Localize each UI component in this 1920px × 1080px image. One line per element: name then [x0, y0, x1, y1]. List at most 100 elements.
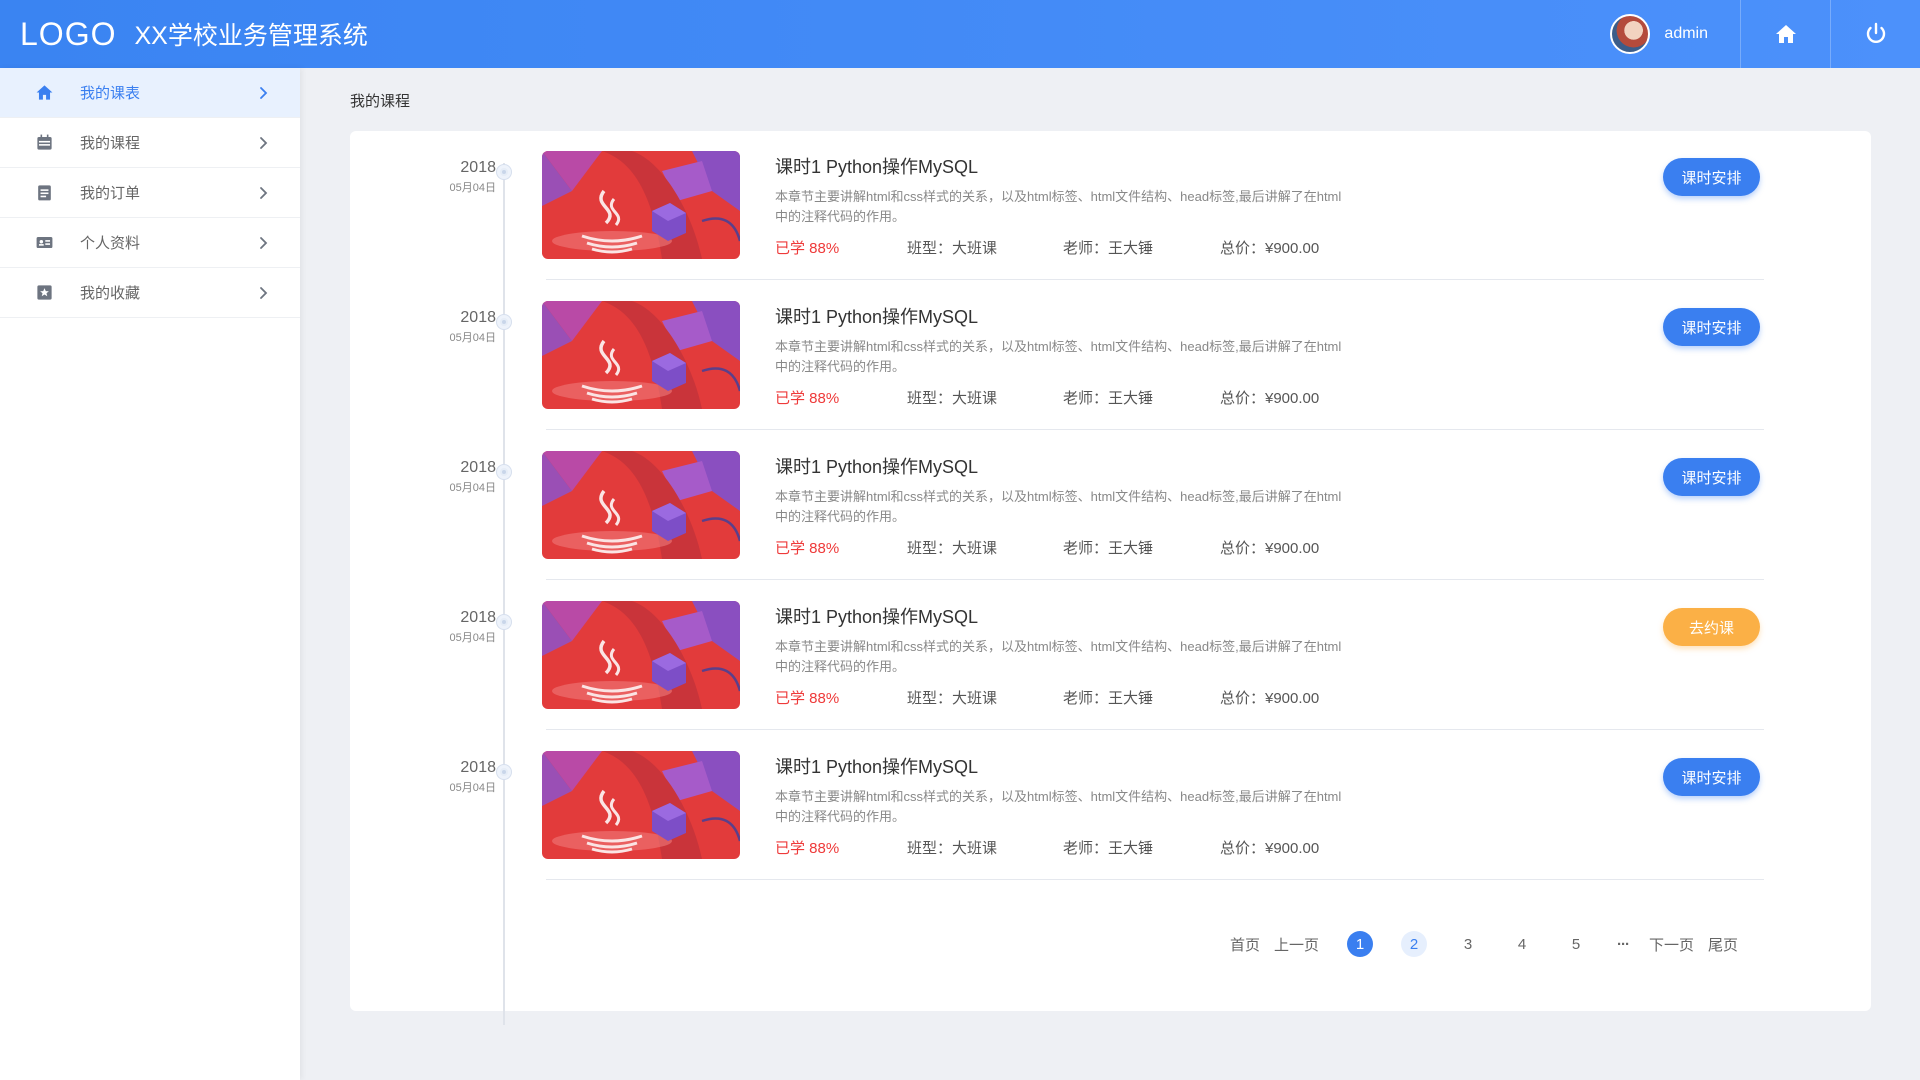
divider [546, 429, 1764, 430]
chevron-right-icon [260, 86, 268, 99]
course-description-line: 中的注释代码的作用。 [775, 209, 906, 224]
page-5-button[interactable]: 5 [1563, 931, 1589, 957]
chevron-right-icon [260, 136, 268, 149]
course-class-type: 班型：大班课 [907, 690, 998, 707]
chevron-right-icon [260, 236, 268, 249]
schedule-button[interactable]: 课时安排 [1663, 758, 1760, 796]
system-title: XX学校业务管理系统 [134, 22, 368, 50]
course-date: 05月04日 [449, 182, 496, 194]
schedule-button[interactable]: 课时安排 [1663, 308, 1760, 346]
course-item: 2018 05月04日 课时1 Python操作MySQL 本章节主要讲解html和c… [350, 281, 1871, 431]
course-panel: 2018 05月04日 课时1 Python操作MySQL 本章节主要讲解html和c… [350, 131, 1871, 1025]
course-description: 本章节主要讲解html和css样式的关系，以及html标签、html文件结构、h… [775, 337, 1415, 377]
sidebar-item-3[interactable]: 我的订单 [0, 168, 300, 218]
clipboard-icon [34, 183, 54, 203]
sidebar-item-2[interactable]: 我的课程 [0, 118, 300, 168]
course-description: 本章节主要讲解html和css样式的关系，以及html标签、html文件结构、h… [775, 637, 1415, 677]
divider [546, 879, 1764, 880]
username[interactable]: admin [1664, 25, 1708, 43]
course-description: 本章节主要讲解html和css样式的关系，以及html标签、html文件结构、h… [775, 187, 1415, 227]
course-description-line: 中的注释代码的作用。 [775, 359, 906, 374]
course-date: 05月04日 [449, 782, 496, 794]
page-3-button[interactable]: 3 [1455, 931, 1481, 957]
course-description-line: 本章节主要讲解html和css样式的关系，以及html标签、html文件结构、h… [775, 789, 1342, 804]
course-class-type: 班型：大班课 [907, 240, 998, 257]
course-description: 本章节主要讲解html和css样式的关系，以及html标签、html文件结构、h… [775, 487, 1415, 527]
course-title[interactable]: 课时1 Python操作MySQL [775, 453, 978, 479]
course-progress: 已学 88% [775, 840, 840, 857]
course-class-type: 班型：大班课 [907, 390, 998, 407]
course-thumbnail[interactable] [542, 751, 740, 859]
course-date: 05月04日 [449, 482, 496, 494]
sidebar-item-5[interactable]: 我的收藏 [0, 268, 300, 318]
course-thumbnail[interactable] [542, 151, 740, 259]
sidebar-item-label: 我的课程 [80, 135, 141, 152]
page-1-button[interactable]: 1 [1347, 931, 1374, 957]
course-class-type: 班型：大班课 [907, 840, 998, 857]
divider [546, 729, 1764, 730]
course-thumbnail[interactable] [542, 601, 740, 709]
course-progress: 已学 88% [775, 390, 840, 407]
course-description-line: 本章节主要讲解html和css样式的关系，以及html标签、html文件结构、h… [775, 339, 1342, 354]
course-title[interactable]: 课时1 Python操作MySQL [775, 303, 978, 329]
avatar[interactable] [1610, 14, 1651, 54]
course-date: 05月04日 [449, 632, 496, 644]
star-icon [34, 283, 54, 303]
course-title[interactable]: 课时1 Python操作MySQL [775, 603, 978, 629]
course-year: 2018 [460, 309, 496, 326]
course-description: 本章节主要讲解html和css样式的关系，以及html标签、html文件结构、h… [775, 787, 1415, 827]
course-title[interactable]: 课时1 Python操作MySQL [775, 753, 978, 779]
course-description-line: 本章节主要讲解html和css样式的关系，以及html标签、html文件结构、h… [775, 489, 1342, 504]
sidebar-item-1[interactable]: 我的课表 [0, 68, 300, 118]
course-item: 2018 05月04日 课时1 Python操作MySQL 本章节主要讲解html和c… [350, 731, 1871, 881]
course-thumbnail[interactable] [542, 301, 740, 409]
first-page-link[interactable]: 首页 [1230, 931, 1260, 957]
sidebar-item-label: 我的订单 [80, 185, 141, 202]
prev-page-link[interactable]: 上一页 [1274, 931, 1319, 957]
course-description-line: 本章节主要讲解html和css样式的关系，以及html标签、html文件结构、h… [775, 639, 1342, 654]
course-description-line: 中的注释代码的作用。 [775, 809, 906, 824]
pagination: 首页 上一页 1 2 3 4 5 ··· 下一页 尾页 [1230, 931, 1738, 957]
schedule-button[interactable]: 课时安排 [1663, 458, 1760, 496]
logo: LOGO [20, 15, 117, 52]
course-description-line: 中的注释代码的作用。 [775, 509, 906, 524]
course-title[interactable]: 课时1 Python操作MySQL [775, 153, 978, 179]
course-class-type: 班型：大班课 [907, 540, 998, 557]
course-meta: 已学 88% 班型：大班课 老师：王大锤 总价：¥900.00 [775, 237, 1319, 258]
chevron-right-icon [260, 286, 268, 299]
course-description-line: 中的注释代码的作用。 [775, 659, 906, 674]
sidebar: 我的课表我的课程我的订单个人资料我的收藏 [0, 68, 300, 1080]
timeline-dot [497, 615, 511, 629]
sidebar-item-label: 我的收藏 [80, 285, 141, 302]
home-button[interactable] [1740, 0, 1830, 68]
divider [546, 579, 1764, 580]
id-card-icon [34, 233, 54, 253]
user-menu[interactable]: admin [1610, 0, 1740, 68]
logout-button[interactable] [1830, 0, 1920, 68]
course-date: 05月04日 [449, 332, 496, 344]
last-page-link[interactable]: 尾页 [1708, 931, 1738, 957]
course-meta: 已学 88% 班型：大班课 老师：王大锤 总价：¥900.00 [775, 687, 1319, 708]
divider [546, 279, 1764, 280]
page-4-button[interactable]: 4 [1509, 931, 1535, 957]
course-progress: 已学 88% [775, 690, 840, 707]
timeline-dot [497, 165, 511, 179]
schedule-button[interactable]: 课时安排 [1663, 158, 1760, 196]
page-2-button[interactable]: 2 [1401, 931, 1428, 957]
home-icon [1775, 25, 1796, 43]
course-meta: 已学 88% 班型：大班课 老师：王大锤 总价：¥900.00 [775, 837, 1319, 858]
breadcrumb: 我的课程 [350, 93, 411, 110]
course-price: 总价：¥900.00 [1220, 540, 1320, 557]
course-item: 2018 05月04日 课时1 Python操作MySQL 本章节主要讲解html和c… [350, 431, 1871, 581]
course-progress: 已学 88% [775, 540, 840, 557]
sidebar-item-label: 我的课表 [80, 85, 141, 102]
timeline-dot [497, 315, 511, 329]
sidebar-item-4[interactable]: 个人资料 [0, 218, 300, 268]
course-year: 2018 [460, 609, 496, 626]
book-class-button[interactable]: 去约课 [1663, 608, 1760, 646]
course-thumbnail[interactable] [542, 451, 740, 559]
next-page-link[interactable]: 下一页 [1649, 931, 1694, 957]
calendar-icon [34, 133, 54, 153]
course-teacher: 老师：王大锤 [1063, 240, 1154, 257]
course-teacher: 老师：王大锤 [1063, 390, 1154, 407]
